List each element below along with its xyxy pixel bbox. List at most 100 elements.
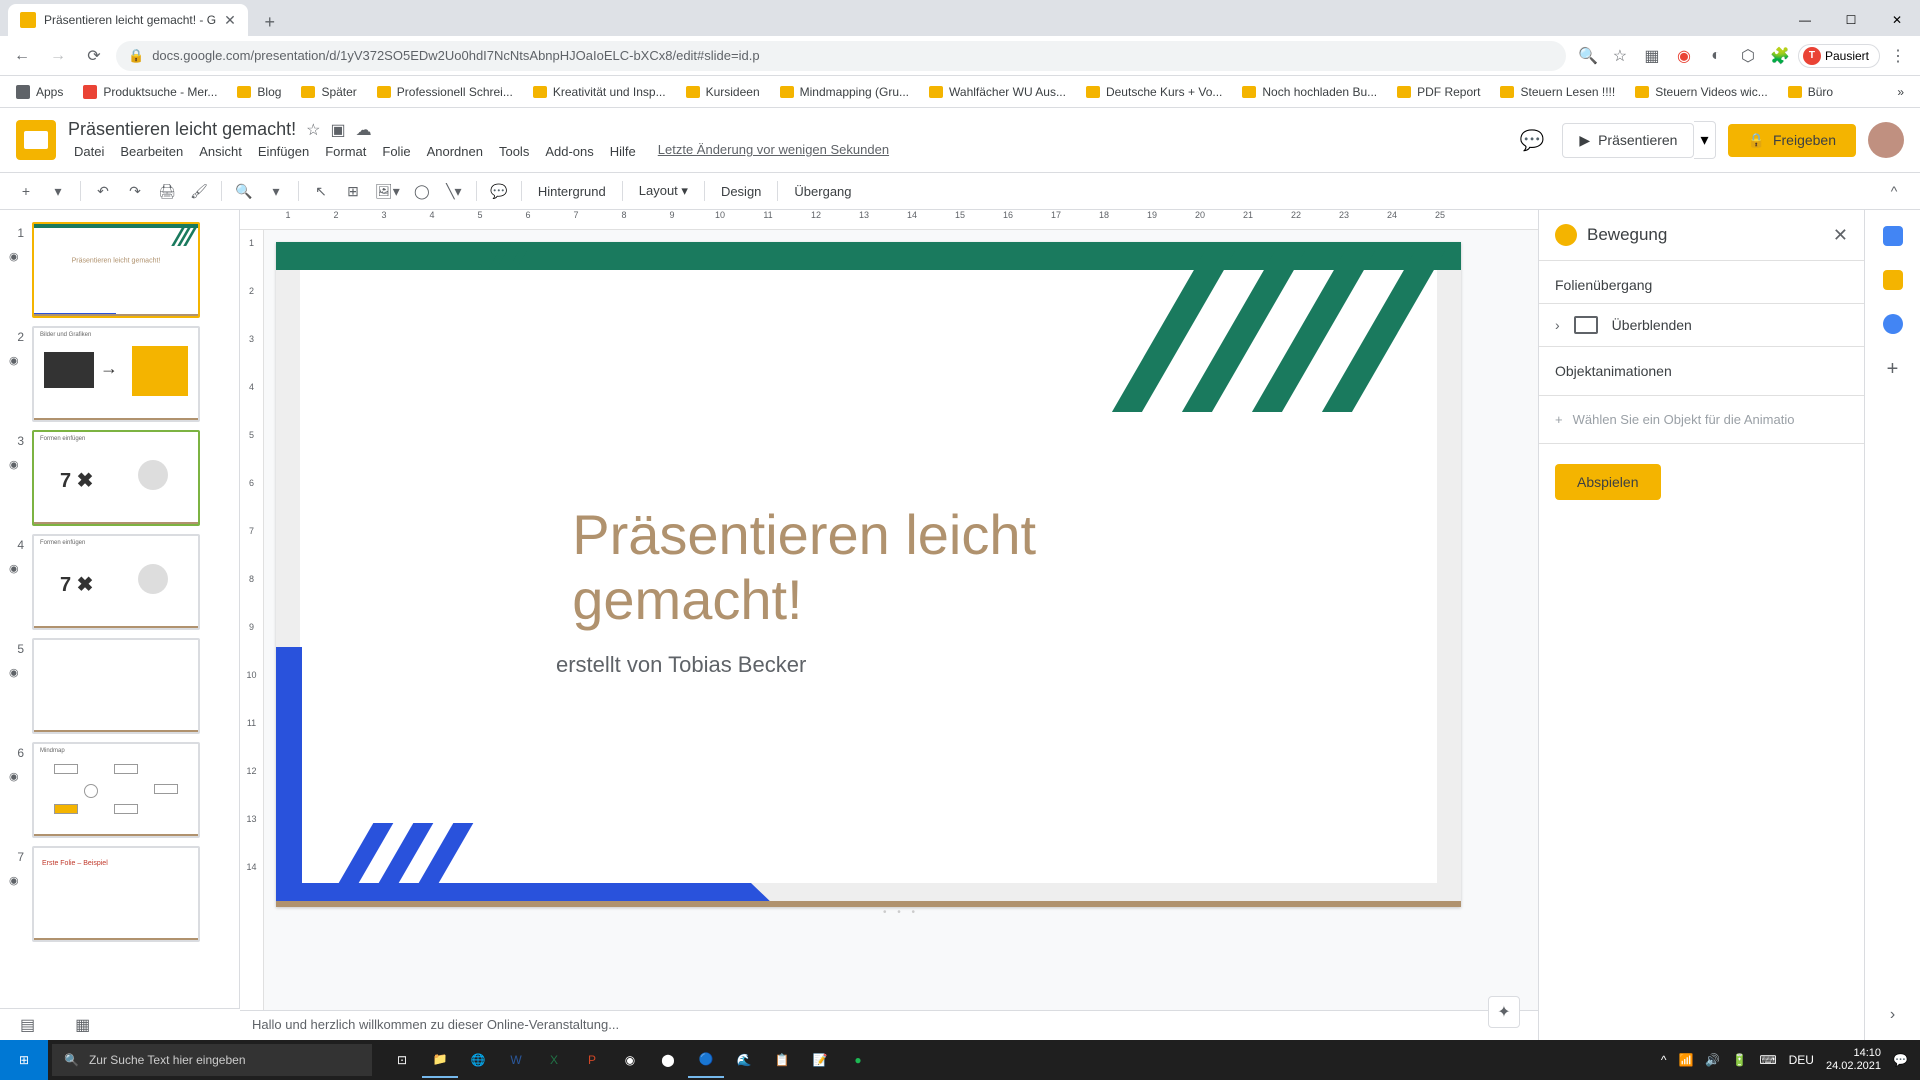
document-title[interactable]: Präsentieren leicht gemacht! — [68, 119, 296, 140]
collapse-toolbar-button[interactable]: ^ — [1880, 177, 1908, 205]
edge-taskbar-icon[interactable]: 🌐 — [460, 1042, 496, 1078]
comments-button[interactable]: 💬 — [1514, 122, 1550, 158]
bookmark-item[interactable]: Noch hochladen Bu... — [1234, 81, 1385, 103]
slide-thumbnail-1[interactable]: Präsentieren leicht gemacht! — [32, 222, 200, 318]
tasks-addon-icon[interactable] — [1883, 314, 1903, 334]
line-tool[interactable]: ╲▾ — [440, 177, 468, 205]
menu-arrange[interactable]: Anordnen — [421, 142, 489, 161]
transition-row[interactable]: › Überblenden — [1539, 303, 1864, 347]
grid-view-button[interactable]: ▦ — [75, 1015, 90, 1035]
last-edit-link[interactable]: Letzte Änderung vor wenigen Sekunden — [658, 142, 889, 161]
new-slide-button[interactable]: + — [12, 177, 40, 205]
share-button[interactable]: 🔒 Freigeben — [1728, 124, 1856, 157]
menu-slide[interactable]: Folie — [376, 142, 416, 161]
extension-icon-3[interactable]: ◐ — [1702, 42, 1730, 70]
menu-edit[interactable]: Bearbeiten — [114, 142, 189, 161]
calendar-addon-icon[interactable] — [1883, 226, 1903, 246]
explorer-taskbar-icon[interactable]: 📁 — [422, 1042, 458, 1078]
slide-thumbnail-3[interactable]: Formen einfügen 7 ✖ — [32, 430, 200, 526]
select-tool[interactable]: ↖ — [307, 177, 335, 205]
tray-volume-icon[interactable]: 🔊 — [1705, 1053, 1720, 1067]
slide-title-text[interactable]: Präsentieren leicht gemacht! — [572, 502, 1165, 632]
zoom-icon[interactable]: 🔍 — [1574, 42, 1602, 70]
reload-button[interactable]: ⟳ — [80, 42, 108, 70]
slide-thumbnail-4[interactable]: Formen einfügen 7 ✖ — [32, 534, 200, 630]
notepad-taskbar-icon[interactable]: 📝 — [802, 1042, 838, 1078]
collapse-rail-button[interactable]: › — [1890, 1006, 1895, 1024]
extension-icon-2[interactable]: ◉ — [1670, 42, 1698, 70]
bookmark-item[interactable]: Deutsche Kurs + Vo... — [1078, 81, 1230, 103]
slide-subtitle-text[interactable]: erstellt von Tobias Becker — [556, 652, 806, 678]
obs-taskbar-icon[interactable]: ⬤ — [650, 1042, 686, 1078]
bookmark-item[interactable]: Blog — [229, 81, 289, 103]
star-document-icon[interactable]: ☆ — [306, 120, 320, 140]
chrome-taskbar-icon[interactable]: 🔵 — [688, 1042, 724, 1078]
transition-button[interactable]: Übergang — [786, 180, 859, 203]
close-panel-button[interactable]: ✕ — [1833, 225, 1848, 246]
bookmark-item[interactable]: Kursideen — [678, 81, 768, 103]
apps-bookmark[interactable]: Apps — [8, 81, 71, 103]
bookmark-item[interactable]: Mindmapping (Gru... — [772, 81, 917, 103]
close-window-button[interactable]: ✕ — [1874, 4, 1920, 36]
notes-resize-handle[interactable]: • • • — [276, 907, 1526, 918]
start-button[interactable]: ⊞ — [0, 1040, 48, 1080]
explore-button[interactable]: ✦ — [1488, 996, 1520, 1028]
forward-button[interactable]: → — [44, 42, 72, 70]
task-view-button[interactable]: ⊡ — [384, 1042, 420, 1078]
extension-icon-4[interactable]: ⬡ — [1734, 42, 1762, 70]
textbox-tool[interactable]: ⊞ — [339, 177, 367, 205]
cloud-saved-icon[interactable]: ☁ — [356, 120, 372, 140]
bookmark-item[interactable]: Büro — [1780, 81, 1841, 103]
redo-button[interactable]: ↷ — [121, 177, 149, 205]
menu-addons[interactable]: Add-ons — [539, 142, 599, 161]
filmstrip[interactable]: 1 ◉ Präsentieren leicht gemacht! 2 ◉ Bil… — [0, 210, 240, 1008]
speaker-notes[interactable]: Hallo und herzlich willkommen zu dieser … — [240, 1010, 1538, 1040]
bookmark-item[interactable]: Wahlfächer WU Aus... — [921, 81, 1074, 103]
tray-clock[interactable]: 14:10 24.02.2021 — [1826, 1047, 1881, 1073]
keep-addon-icon[interactable] — [1883, 270, 1903, 290]
tray-battery-icon[interactable]: 🔋 — [1732, 1053, 1747, 1067]
app-taskbar-icon-2[interactable]: 📋 — [764, 1042, 800, 1078]
maximize-button[interactable]: ☐ — [1828, 4, 1874, 36]
bookmark-item[interactable]: Professionell Schrei... — [369, 81, 521, 103]
menu-view[interactable]: Ansicht — [193, 142, 248, 161]
word-taskbar-icon[interactable]: W — [498, 1042, 534, 1078]
layout-button[interactable]: Layout ▾ — [631, 179, 696, 203]
extensions-button[interactable]: 🧩 — [1766, 42, 1794, 70]
browser-tab[interactable]: Präsentieren leicht gemacht! - G ✕ — [8, 4, 248, 36]
tray-notifications-icon[interactable]: 💬 — [1893, 1053, 1908, 1067]
profile-button[interactable]: T Pausiert — [1798, 44, 1880, 68]
spotify-taskbar-icon[interactable]: ● — [840, 1042, 876, 1078]
design-button[interactable]: Design — [713, 180, 769, 203]
zoom-button[interactable]: 🔍 — [230, 177, 258, 205]
bookmark-item[interactable]: Steuern Lesen !!!! — [1492, 81, 1623, 103]
menu-format[interactable]: Format — [319, 142, 372, 161]
menu-tools[interactable]: Tools — [493, 142, 535, 161]
back-button[interactable]: ← — [8, 42, 36, 70]
shape-tool[interactable]: ◯ — [408, 177, 436, 205]
new-slide-dropdown[interactable]: ▾ — [44, 177, 72, 205]
tray-language[interactable]: DEU — [1789, 1053, 1814, 1067]
present-button[interactable]: ▶ Präsentieren — [1562, 123, 1694, 158]
slide-thumbnail-6[interactable]: Mindmap — [32, 742, 200, 838]
filmstrip-view-button[interactable]: ▤ — [20, 1015, 35, 1035]
slide-thumbnail-7[interactable]: Erste Folie – Beispiel — [32, 846, 200, 942]
bookmark-item[interactable]: Produktsuche - Mer... — [75, 81, 225, 103]
taskbar-search[interactable]: 🔍 Zur Suche Text hier eingeben — [52, 1044, 372, 1076]
slide-thumbnail-2[interactable]: Bilder und Grafiken → — [32, 326, 200, 422]
tray-chevron-icon[interactable]: ^ — [1661, 1053, 1667, 1067]
move-document-icon[interactable]: ▣ — [330, 120, 345, 140]
slides-logo[interactable] — [16, 120, 56, 160]
bookmark-item[interactable]: Kreativität und Insp... — [525, 81, 674, 103]
app-taskbar-icon[interactable]: ◉ — [612, 1042, 648, 1078]
tray-wifi-icon[interactable]: 📶 — [1678, 1053, 1693, 1067]
add-addon-button[interactable]: + — [1887, 358, 1899, 381]
print-button[interactable]: 🖨 — [153, 177, 181, 205]
slide-thumbnail-5[interactable] — [32, 638, 200, 734]
undo-button[interactable]: ↶ — [89, 177, 117, 205]
star-icon[interactable]: ☆ — [1606, 42, 1634, 70]
background-button[interactable]: Hintergrund — [530, 180, 614, 203]
new-tab-button[interactable]: + — [256, 8, 284, 36]
play-button[interactable]: Abspielen — [1555, 464, 1661, 500]
excel-taskbar-icon[interactable]: X — [536, 1042, 572, 1078]
